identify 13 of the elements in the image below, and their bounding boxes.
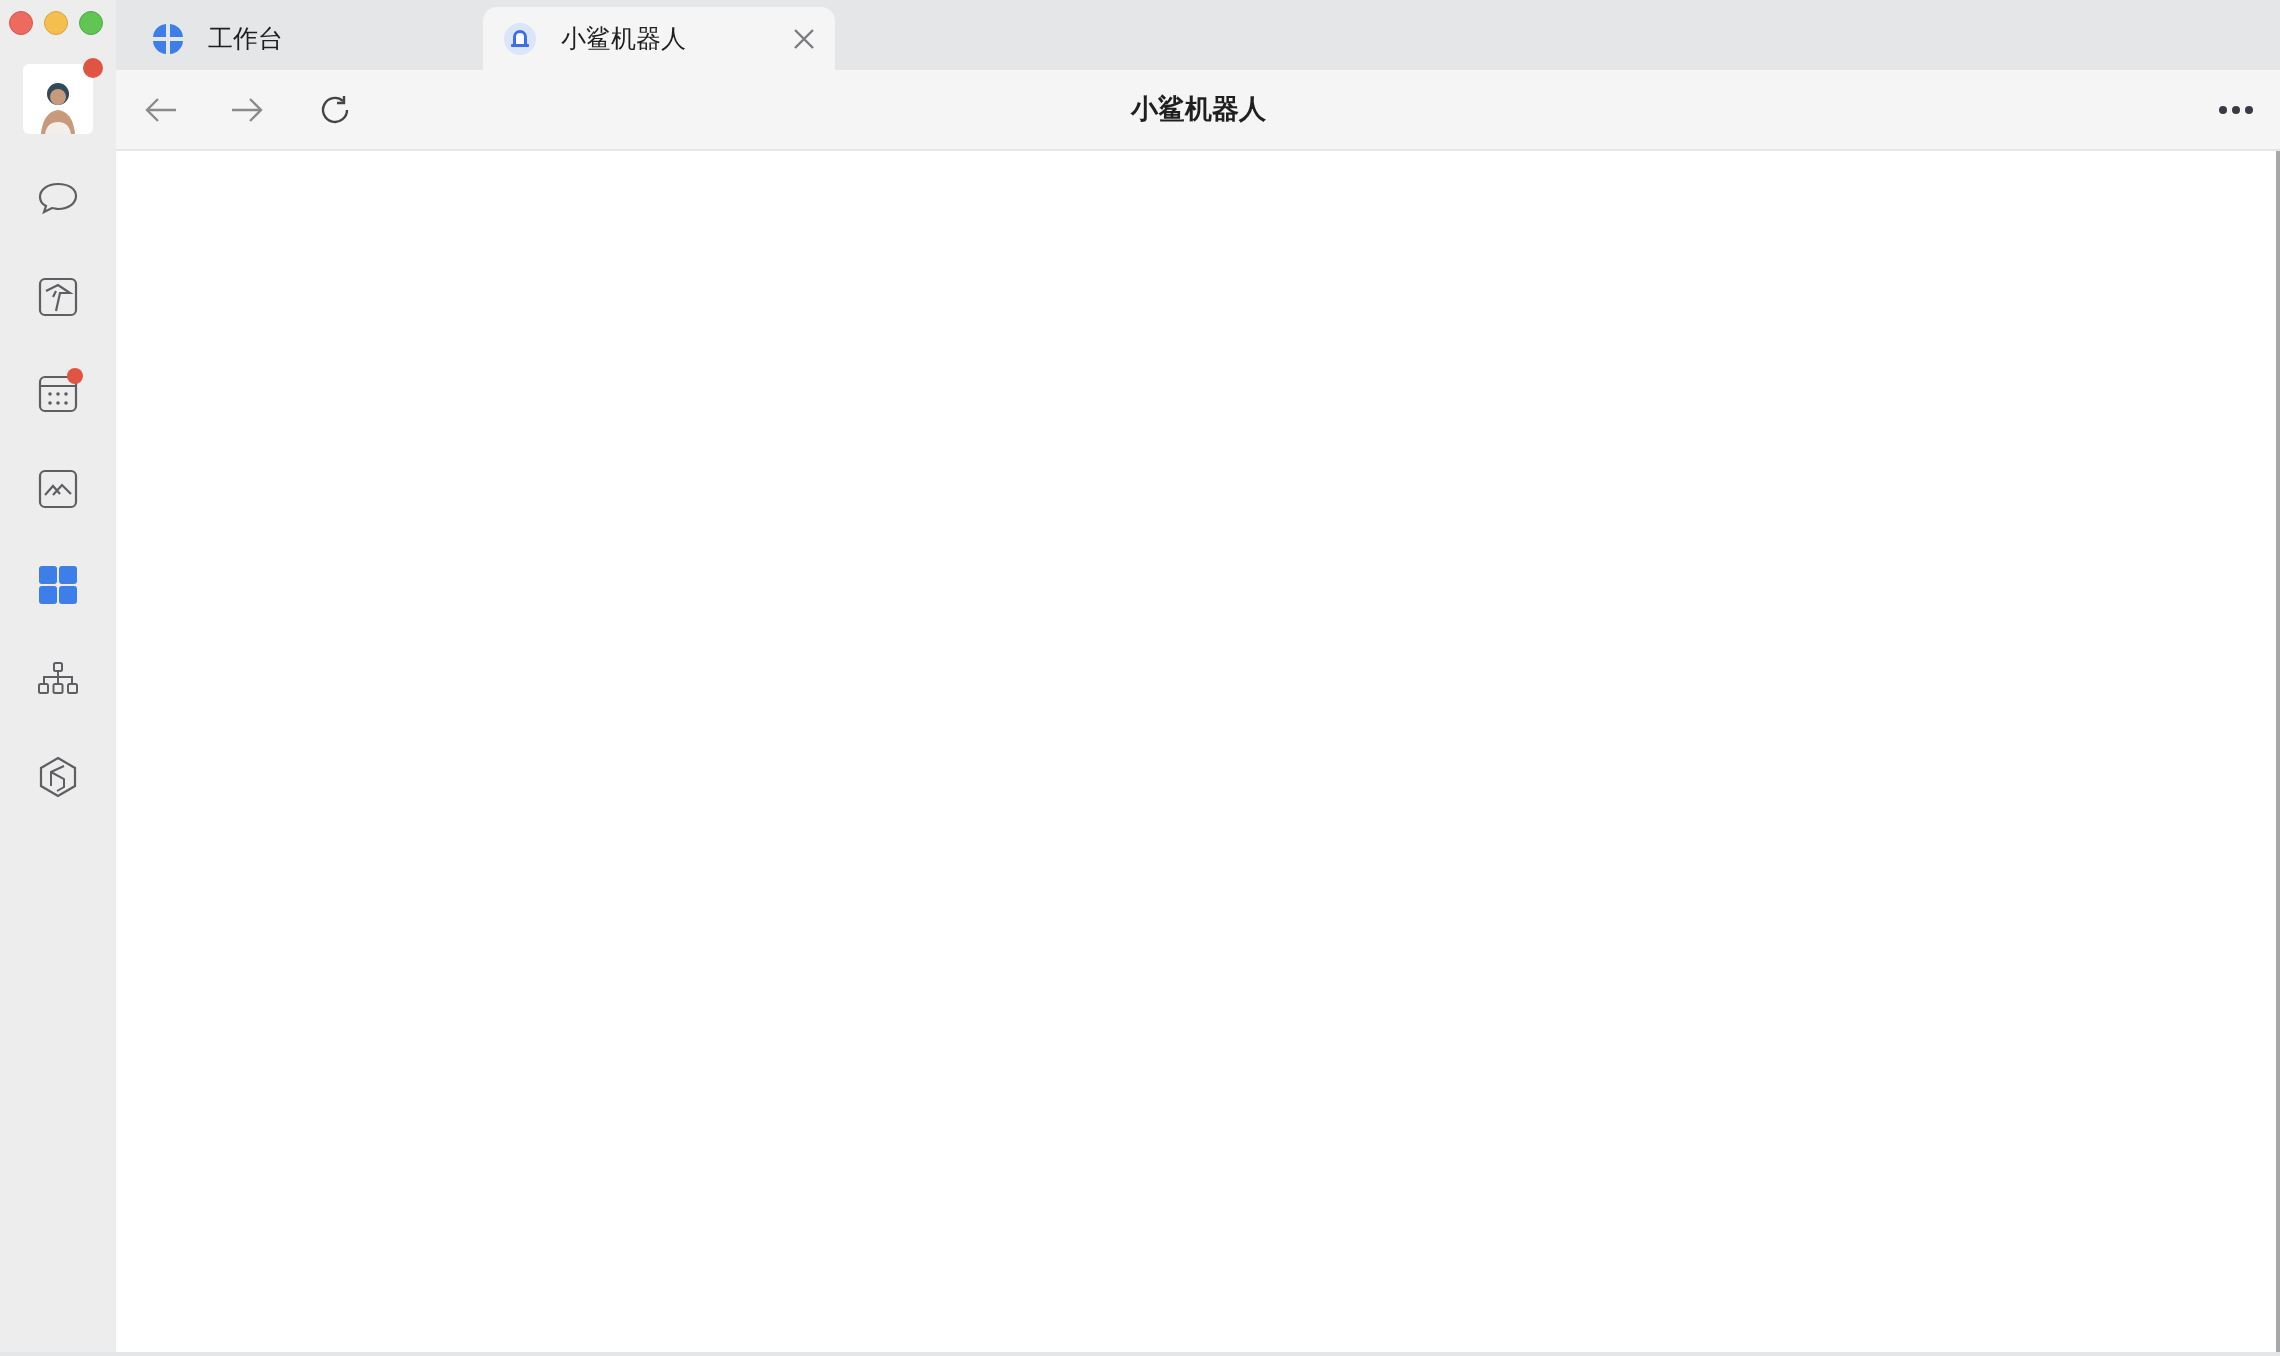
close-window-button[interactable] [9, 11, 33, 35]
robot-icon [503, 21, 537, 56]
pin-square-icon[interactable] [36, 275, 80, 319]
four-petal-icon [152, 22, 184, 55]
more-icon[interactable] [2218, 104, 2254, 115]
avatar[interactable] [23, 64, 93, 134]
mountain-square-icon[interactable] [36, 467, 80, 511]
close-icon[interactable] [793, 27, 815, 50]
tab[interactable]: 小鲨机器人 [483, 7, 835, 70]
grid-icon[interactable] [36, 563, 80, 607]
forward-arrow-icon[interactable] [230, 95, 264, 124]
page-title: 小鲨机器人 [1130, 93, 1266, 127]
back-arrow-icon[interactable] [144, 95, 178, 124]
